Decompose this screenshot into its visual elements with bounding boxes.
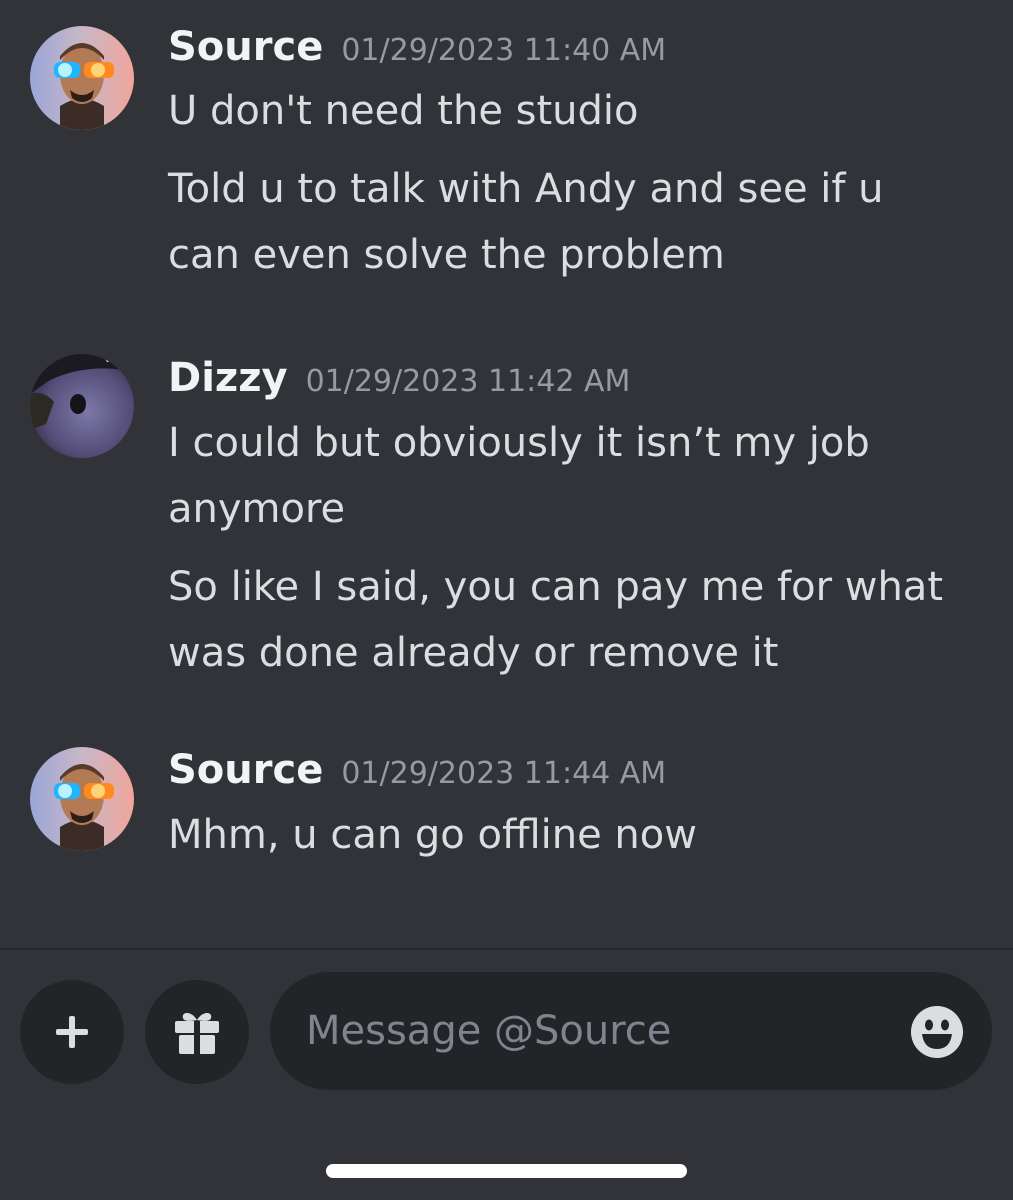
source-avatar-icon[interactable]: [30, 26, 134, 130]
message-timestamp: 01/29/2023 11:44 AM: [341, 756, 667, 791]
message-text[interactable]: Told u to talk with Andy and see if u ca…: [168, 156, 968, 288]
message-header: Dizzy 01/29/2023 11:42 AM: [168, 353, 630, 411]
gift-icon: [175, 1013, 219, 1054]
source-avatar-icon[interactable]: [30, 747, 134, 851]
message-header: Source 01/29/2023 11:40 AM: [168, 22, 666, 80]
message-timestamp: 01/29/2023 11:40 AM: [341, 33, 667, 68]
gift-button[interactable]: [145, 980, 249, 1084]
message-body: I could but obviously it isn’t my job an…: [168, 410, 968, 698]
plus-icon: [56, 1016, 88, 1048]
message-body: Mhm, u can go offline now: [168, 802, 968, 880]
message-text[interactable]: So like I said, you can pay me for what …: [168, 554, 968, 686]
author-name[interactable]: Dizzy: [168, 355, 288, 401]
author-name[interactable]: Source: [168, 747, 323, 793]
message-body: U don't need the studio Told u to talk w…: [168, 78, 968, 300]
dizzy-avatar-icon[interactable]: [30, 354, 134, 458]
attach-button[interactable]: [20, 980, 124, 1084]
message-text[interactable]: U don't need the studio: [168, 78, 968, 144]
message-header: Source 01/29/2023 11:44 AM: [168, 745, 666, 803]
author-name[interactable]: Source: [168, 24, 323, 70]
message-input-container[interactable]: [270, 972, 992, 1090]
message-list[interactable]: Source 01/29/2023 11:40 AM U don't need t…: [0, 0, 1013, 948]
home-indicator[interactable]: [326, 1164, 687, 1178]
message-timestamp: 01/29/2023 11:42 AM: [305, 364, 631, 399]
emoji-button[interactable]: [910, 1005, 964, 1059]
message-composer: [0, 950, 1013, 1200]
message-input[interactable]: [306, 972, 886, 1090]
message-text[interactable]: I could but obviously it isn’t my job an…: [168, 410, 968, 542]
emoji-icon: [911, 1006, 963, 1058]
message-text[interactable]: Mhm, u can go offline now: [168, 802, 968, 868]
